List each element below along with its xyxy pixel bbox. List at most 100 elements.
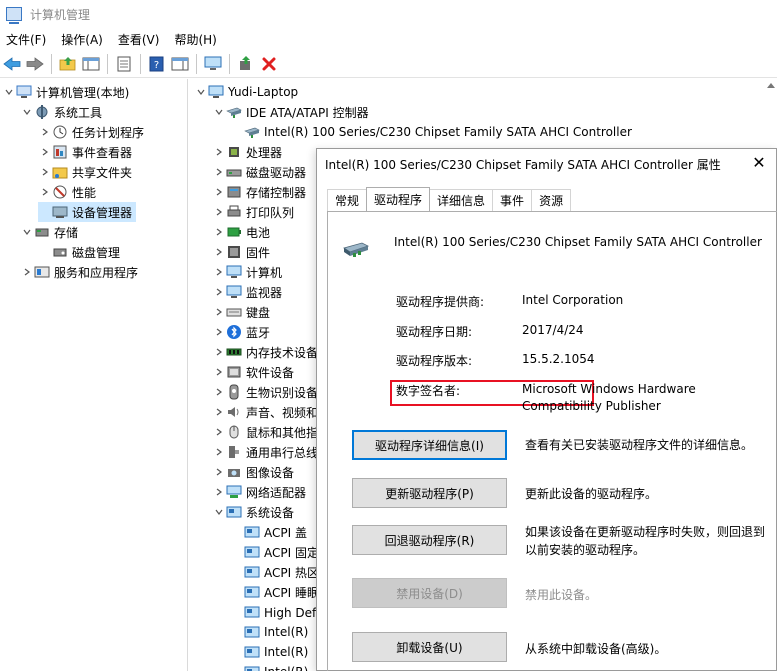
chevron-right-icon[interactable] <box>212 462 226 482</box>
menu-view[interactable]: 查看(V) <box>118 29 168 50</box>
chevron-right-icon[interactable] <box>212 302 226 322</box>
driver-details-button[interactable]: 驱动程序详细信息(I) <box>352 430 507 460</box>
up-folder-icon[interactable] <box>58 54 78 74</box>
chevron-right-icon[interactable] <box>212 442 226 462</box>
update-driver-button[interactable]: 更新驱动程序(P) <box>352 478 507 508</box>
tab-resources[interactable]: 资源 <box>531 189 572 211</box>
chevron-down-icon[interactable] <box>212 502 226 522</box>
chevron-right-icon[interactable] <box>38 182 52 202</box>
chevron-right-icon[interactable] <box>38 122 52 142</box>
scroll-up-icon[interactable] <box>767 83 775 88</box>
tree-item[interactable]: 键盘 <box>212 302 270 322</box>
tree-item[interactable]: Intel(R) <box>230 642 308 662</box>
uninstall-device-button[interactable]: 卸载设备(U) <box>352 632 507 662</box>
tree-item[interactable]: 事件查看器 <box>38 142 132 162</box>
tree-item[interactable]: 系统设备 <box>212 502 294 522</box>
tree-item[interactable]: 软件设备 <box>212 362 294 382</box>
tab-driver[interactable]: 驱动程序 <box>366 187 431 211</box>
forward-icon[interactable] <box>25 54 45 74</box>
tree-item[interactable]: 打印队列 <box>212 202 294 222</box>
tree-item[interactable]: 设备管理器 <box>38 202 137 222</box>
tree-item-label: 磁盘管理 <box>72 245 121 260</box>
menu-bar: 文件(F) 操作(A) 查看(V) 帮助(H) <box>0 28 777 50</box>
tree-item-label: 蓝牙 <box>246 325 271 340</box>
monitor-icon <box>226 284 242 300</box>
tree-item[interactable]: 磁盘驱动器 <box>212 162 306 182</box>
version-value: 15.5.2.1054 <box>522 352 595 366</box>
uninstall-icon[interactable] <box>259 54 279 74</box>
tree-item[interactable]: 系统工具 <box>20 102 102 122</box>
chevron-right-icon[interactable] <box>38 142 52 162</box>
chevron-right-icon[interactable] <box>212 222 226 242</box>
monitor-icon[interactable] <box>203 54 223 74</box>
console-tree-icon[interactable] <box>81 54 101 74</box>
update-driver-icon[interactable] <box>236 54 256 74</box>
tree-item[interactable]: 电池 <box>212 222 270 242</box>
tree-item[interactable]: ACPI 盖 <box>230 522 307 542</box>
chevron-down-icon[interactable] <box>194 82 208 102</box>
tree-item[interactable]: 监视器 <box>212 282 282 302</box>
chevron-right-icon[interactable] <box>212 422 226 442</box>
chevron-right-icon[interactable] <box>212 402 226 422</box>
roll-back-driver-button[interactable]: 回退驱动程序(R) <box>352 525 507 555</box>
date-value: 2017/4/24 <box>522 323 584 337</box>
tree-item[interactable]: 性能 <box>38 182 96 202</box>
chevron-right-icon[interactable] <box>212 282 226 302</box>
tree-item-label: 图像设备 <box>246 465 295 480</box>
svg-text:?: ? <box>154 60 159 71</box>
chevron-right-icon[interactable] <box>212 382 226 402</box>
tree-item[interactable]: 蓝牙 <box>212 322 270 342</box>
tree-item[interactable]: 计算机管理(本地) <box>2 82 129 102</box>
tree-item[interactable]: Yudi-Laptop <box>194 82 298 102</box>
tree-item[interactable]: 磁盘管理 <box>38 242 120 262</box>
menu-file[interactable]: 文件(F) <box>6 29 54 50</box>
chevron-right-icon[interactable] <box>212 242 226 262</box>
chevron-right-icon[interactable] <box>212 322 226 342</box>
chevron-right-icon[interactable] <box>212 182 226 202</box>
chevron-right-icon[interactable] <box>212 142 226 162</box>
close-icon[interactable]: ✕ <box>748 151 770 173</box>
show-hide-icon[interactable] <box>170 54 190 74</box>
chevron-right-icon[interactable] <box>212 162 226 182</box>
tree-item[interactable]: 存储 <box>20 222 78 242</box>
chevron-right-icon[interactable] <box>212 262 226 282</box>
tab-details[interactable]: 详细信息 <box>429 189 494 211</box>
tree-item[interactable]: Intel(R) <box>230 662 308 671</box>
menu-action[interactable]: 操作(A) <box>61 29 111 50</box>
disk-drive-icon <box>226 164 242 180</box>
tree-item[interactable]: ACPI 热区 <box>230 562 319 582</box>
tree-item-label: 键盘 <box>246 305 271 320</box>
tree-item[interactable]: 任务计划程序 <box>38 122 144 142</box>
menu-help[interactable]: 帮助(H) <box>174 29 224 50</box>
tab-events[interactable]: 事件 <box>492 189 533 211</box>
tree-item[interactable]: 图像设备 <box>212 462 294 482</box>
chevron-right-icon[interactable] <box>212 342 226 362</box>
tree-item[interactable]: 存储控制器 <box>212 182 306 202</box>
chevron-right-icon[interactable] <box>212 202 226 222</box>
chevron-right-icon[interactable] <box>38 162 52 182</box>
chevron-down-icon[interactable] <box>212 102 226 122</box>
tree-item[interactable]: IDE ATA/ATAPI 控制器 <box>212 102 369 122</box>
tree-item[interactable]: 生物识别设备 <box>212 382 318 402</box>
chevron-down-icon[interactable] <box>20 102 34 122</box>
tree-item[interactable]: 网络适配器 <box>212 482 306 502</box>
properties-icon[interactable] <box>114 54 134 74</box>
tree-item[interactable]: Intel(R) <box>230 622 308 642</box>
tree-item[interactable]: 计算机 <box>212 262 282 282</box>
tree-item[interactable]: 共享文件夹 <box>38 162 132 182</box>
chevron-down-icon[interactable] <box>20 222 34 242</box>
chevron-down-icon[interactable] <box>2 82 16 102</box>
tree-item[interactable]: 内存技术设备 <box>212 342 318 362</box>
tree-item[interactable]: Intel(R) 100 Series/C230 Chipset Family … <box>230 122 632 142</box>
tree-item-label: 服务和应用程序 <box>54 265 139 280</box>
chevron-right-icon[interactable] <box>212 482 226 502</box>
tree-item[interactable]: 处理器 <box>212 142 282 162</box>
tree-item[interactable]: 固件 <box>212 242 270 262</box>
chevron-right-icon[interactable] <box>20 262 34 282</box>
help-icon[interactable]: ? <box>147 54 167 74</box>
back-icon[interactable] <box>2 54 22 74</box>
version-label: 驱动程序版本: <box>396 354 473 368</box>
chevron-right-icon[interactable] <box>212 362 226 382</box>
tree-item[interactable]: 服务和应用程序 <box>20 262 138 282</box>
tab-general[interactable]: 常规 <box>327 189 368 211</box>
